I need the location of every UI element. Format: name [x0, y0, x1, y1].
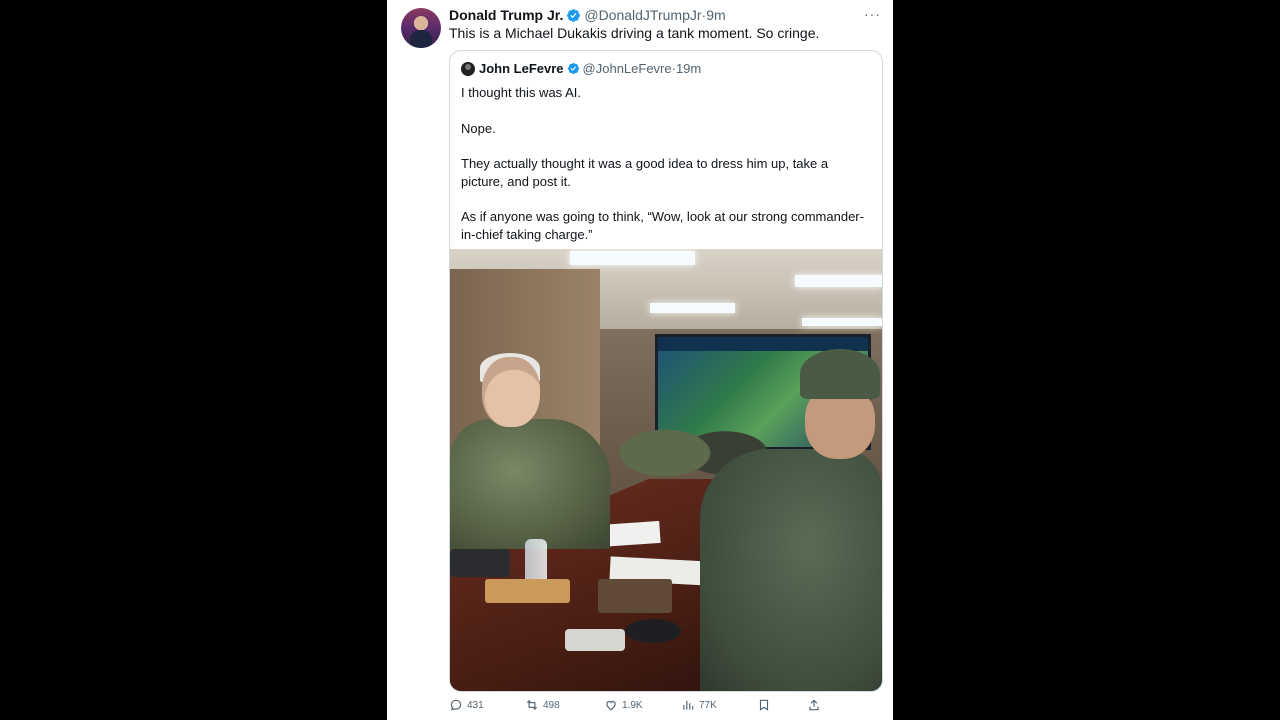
- verified-badge-icon: [567, 8, 581, 22]
- views-button[interactable]: 77K: [681, 696, 717, 714]
- quoted-paragraph: Nope.: [461, 120, 496, 136]
- photo-keypad: [598, 579, 672, 613]
- repost-button[interactable]: 498: [525, 696, 560, 714]
- author-avatar[interactable]: [401, 8, 441, 48]
- photo-ceiling-light: [795, 275, 882, 287]
- quoted-tweet[interactable]: John LeFevre @JohnLeFevre · 19m I though…: [449, 50, 883, 692]
- quoted-paragraph: As if anyone was going to think, “Wow, l…: [461, 209, 864, 242]
- bookmark-button[interactable]: [757, 696, 775, 714]
- tweet-header: Donald Trump Jr. @DonaldJTrumpJr · 9m: [449, 6, 726, 24]
- photo-ceiling-light: [650, 303, 735, 313]
- photo-ceiling-light: [802, 318, 882, 326]
- quoted-paragraph: They actually thought it was a good idea…: [461, 156, 829, 189]
- quoted-tweet-text: I thought this was AI. Nope. They actual…: [461, 84, 873, 261]
- like-button[interactable]: 1.9K: [604, 696, 643, 714]
- views-icon: [683, 700, 694, 710]
- quoted-tweet-photo[interactable]: [450, 249, 882, 691]
- photo-person-left: [450, 419, 610, 549]
- views-count: 77K: [699, 699, 717, 711]
- tweet-actions: 431 498 1.9K 77K: [449, 696, 881, 714]
- photo-desk-object: [565, 629, 625, 651]
- bookmark-icon: [759, 699, 769, 711]
- author-name[interactable]: Donald Trump Jr.: [449, 7, 563, 23]
- tweet-card[interactable]: Donald Trump Jr. @DonaldJTrumpJr · 9m ··…: [387, 0, 893, 720]
- repost-icon: [526, 700, 538, 710]
- share-icon: [809, 699, 819, 711]
- tweet-time[interactable]: 9m: [706, 7, 725, 23]
- quoted-paragraph: I thought this was AI.: [461, 85, 581, 100]
- author-handle[interactable]: @DonaldJTrumpJr: [584, 7, 701, 23]
- photo-mouse: [625, 619, 681, 643]
- like-icon: [606, 700, 616, 711]
- like-count: 1.9K: [622, 699, 643, 711]
- reply-button[interactable]: 431: [449, 696, 484, 714]
- photo-person-left-head: [482, 357, 540, 427]
- photo-nameplate: [485, 579, 570, 603]
- quoted-tweet-time[interactable]: 19m: [676, 61, 701, 76]
- quoted-author-name[interactable]: John LeFevre: [479, 61, 564, 76]
- reply-icon: [450, 699, 462, 711]
- share-button[interactable]: [807, 696, 825, 714]
- photo-ceiling-light: [570, 251, 695, 265]
- quoted-tweet-header: John LeFevre @JohnLeFevre · 19m: [461, 61, 701, 76]
- quoted-author-handle[interactable]: @JohnLeFevre: [583, 61, 672, 76]
- verified-badge-icon: [567, 62, 579, 75]
- photo-person-right-cap: [800, 349, 880, 399]
- quoted-author-avatar[interactable]: [461, 61, 475, 76]
- tweet-text: This is a Michael Dukakis driving a tank…: [449, 25, 820, 41]
- repost-count: 498: [543, 699, 560, 711]
- photo-person-right: [700, 449, 882, 691]
- reply-count: 431: [467, 699, 484, 711]
- photo-desk-phone: [450, 549, 510, 577]
- more-icon[interactable]: ···: [864, 6, 881, 22]
